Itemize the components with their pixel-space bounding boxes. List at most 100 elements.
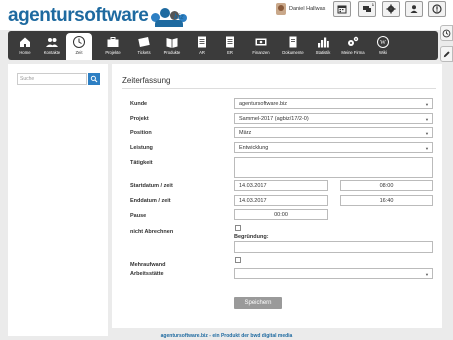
finance-icon: [255, 38, 267, 46]
nav-item-finanzen[interactable]: Finanzen: [248, 33, 274, 60]
edit-tab[interactable]: [440, 46, 453, 62]
nav-item-projekte[interactable]: Projekte: [100, 33, 126, 60]
bar-chart-icon: [318, 37, 329, 48]
label-leistung: Leistung: [130, 145, 153, 151]
search-input[interactable]: [17, 73, 87, 85]
label-startdatum: Startdatum / zeit: [130, 183, 173, 189]
logo-text: agentursoftware: [8, 5, 149, 26]
history-clock-icon: [442, 29, 451, 37]
contacts-icon: [46, 38, 58, 47]
position-select[interactable]: März ▼: [234, 127, 433, 138]
nav-item-ar[interactable]: AR: [189, 33, 215, 60]
invoice-ar-icon: [198, 36, 206, 48]
briefcase-icon: [107, 37, 119, 47]
label-position: Position: [130, 130, 152, 136]
nav-item-meine-firma[interactable]: Meine Firma: [340, 33, 366, 60]
leistung-value: Entwicklung: [239, 144, 269, 151]
svg-text:W: W: [380, 40, 386, 46]
label-nicht-abrechnen: nicht Abrechnen: [130, 229, 174, 235]
info-icon: [432, 4, 442, 14]
clock-icon: [73, 36, 85, 48]
nav-label: Dokumente: [282, 50, 304, 55]
nav-item-dokumente[interactable]: Dokumente: [280, 33, 306, 60]
avatar: [276, 3, 286, 15]
logo[interactable]: agentursoftware: [8, 4, 193, 28]
logo-people-icon: [149, 5, 193, 27]
nav-label: Kontakte: [43, 50, 61, 55]
kunde-value: agentursoftware.biz: [239, 100, 287, 107]
chevron-down-icon: ▼: [425, 117, 429, 122]
taetigkeit-textarea[interactable]: [234, 157, 433, 178]
label-projekt: Projekt: [130, 116, 149, 122]
nav-item-zeit[interactable]: Zeit: [66, 33, 92, 60]
endzeit-value: 16:40: [379, 197, 394, 204]
label-pause: Pause: [130, 213, 147, 219]
nav-label: Finanzen: [252, 50, 270, 55]
history-tab[interactable]: [440, 25, 453, 41]
nav-label: Home: [19, 50, 31, 55]
enddatum-input[interactable]: 14.03.2017: [234, 195, 328, 206]
label-enddatum: Enddatum / zeit: [130, 198, 171, 204]
messages-button[interactable]: 1: [358, 1, 376, 17]
nav-item-tickets[interactable]: Tickets: [131, 33, 157, 60]
nav-label: Produkte: [163, 50, 181, 55]
startdatum-value: 14.03.2017: [239, 182, 267, 189]
book-icon: [166, 38, 178, 48]
info-button[interactable]: [428, 1, 446, 17]
endzeit-input[interactable]: 16:40: [340, 195, 433, 206]
begruendung-input[interactable]: [234, 241, 433, 253]
nav-label: Projekte: [105, 50, 121, 55]
projekt-value: Sammel-2017 (agbiz/17/2-0): [239, 115, 309, 122]
settings-button[interactable]: [382, 1, 400, 17]
nav-label: Tickets: [137, 50, 151, 55]
label-begruendung: Begründung:: [234, 234, 269, 240]
label-mehraufwand: Mehraufwand: [130, 262, 166, 268]
nav-item-kontakte[interactable]: Kontakte: [39, 33, 65, 60]
chevron-down-icon: ▼: [425, 146, 429, 151]
nav-item-produkte[interactable]: Produkte: [159, 33, 185, 60]
user-button[interactable]: [405, 1, 423, 17]
home-icon: [20, 37, 30, 47]
nav-label: Zeit: [75, 50, 83, 55]
gears-icon: [348, 36, 359, 46]
app-header: agentursoftware biz Daniel Hallwas 1: [0, 0, 453, 30]
projekt-select[interactable]: Sammel-2017 (agbiz/17/2-0) ▼: [234, 113, 433, 124]
mehraufwand-checkbox[interactable]: [235, 257, 241, 263]
kunde-select[interactable]: agentursoftware.biz ▼: [234, 98, 433, 109]
pause-input[interactable]: 00:00: [234, 209, 328, 220]
calendar-icon: [337, 5, 347, 14]
user-name: Daniel Hallwas: [289, 6, 326, 12]
search-icon: [90, 75, 98, 83]
main-navigation: Home Kontakte Zeit Projekte Tickets Prod…: [8, 31, 438, 60]
label-kunde: Kunde: [130, 101, 148, 107]
save-button[interactable]: Speichern: [234, 297, 282, 309]
chevron-down-icon: ▼: [425, 272, 429, 277]
sidebar: [8, 64, 108, 336]
notification-badge: 1: [371, 2, 374, 7]
document-icon: [289, 36, 297, 48]
leistung-select[interactable]: Entwicklung ▼: [234, 142, 433, 153]
nav-item-home[interactable]: Home: [12, 33, 38, 60]
ticket-icon: [138, 37, 150, 47]
calendar-button[interactable]: [333, 1, 351, 17]
search-button[interactable]: [88, 73, 100, 85]
startzeit-value: 08:00: [379, 182, 394, 189]
nav-label: ER: [227, 50, 233, 55]
pause-value: 00:00: [274, 211, 288, 218]
nav-item-statistik[interactable]: Statistik: [310, 33, 336, 60]
arbeitsstaette-select[interactable]: ▼: [234, 268, 433, 279]
nav-label: AR: [199, 50, 205, 55]
nav-label: Meine Firma: [341, 50, 365, 55]
startzeit-input[interactable]: 08:00: [340, 180, 433, 191]
user-profile[interactable]: Daniel Hallwas: [276, 3, 325, 15]
footer-link[interactable]: agentursoftware.biz - ein Produkt der bw…: [0, 333, 453, 339]
nicht-abrechnen-checkbox[interactable]: [235, 225, 241, 231]
time-entry-form: Zeiterfassung Kunde agentursoftware.biz …: [112, 64, 442, 328]
nav-label: Statistik: [315, 50, 331, 55]
page-title: Zeiterfassung: [122, 76, 171, 85]
nav-item-er[interactable]: ER: [217, 33, 243, 60]
divider: [122, 88, 436, 89]
nav-item-wiki[interactable]: W Wiki: [370, 33, 396, 60]
startdatum-input[interactable]: 14.03.2017: [234, 180, 328, 191]
logo-suffix: biz: [174, 14, 184, 21]
